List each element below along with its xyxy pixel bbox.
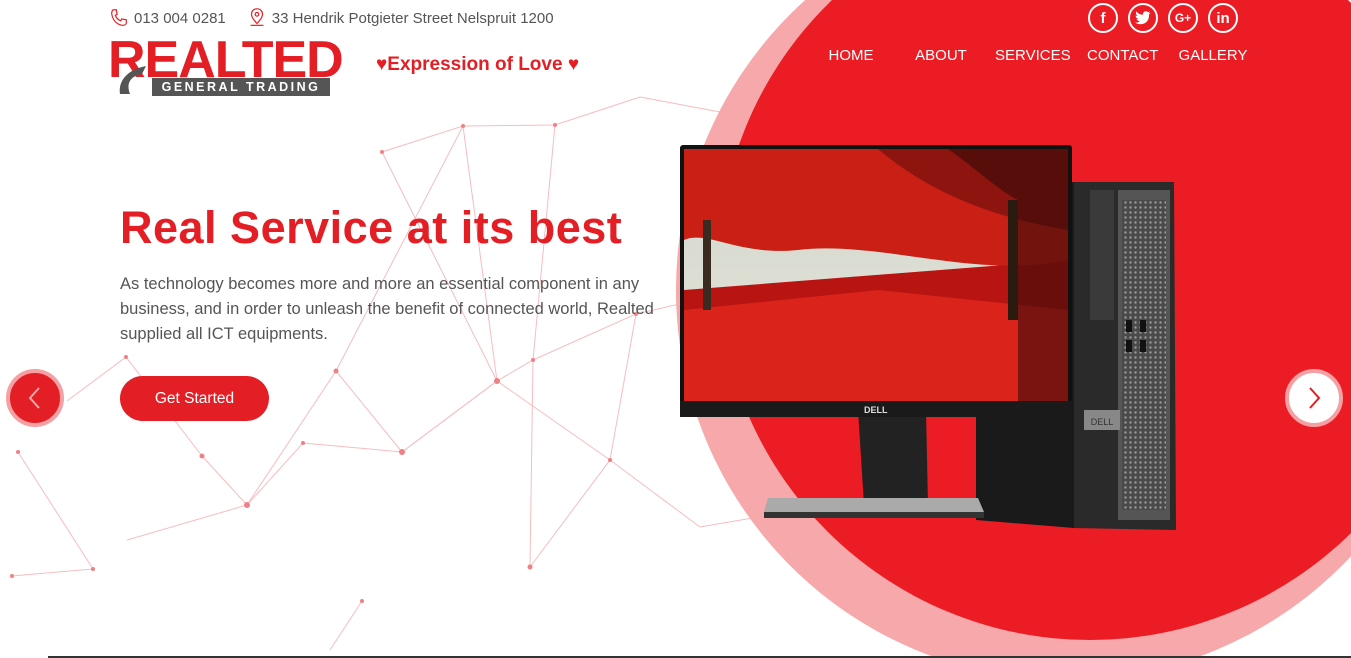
- main-nav: HOME ABOUT SERVICES CONTACT GALLERY: [805, 46, 1259, 66]
- nav-gallery[interactable]: GALLERY: [1167, 46, 1259, 66]
- slider-next-button[interactable]: [1285, 369, 1343, 427]
- location-pin-icon: [250, 8, 264, 26]
- contact-bar: 013 004 0281 33 Hendrik Potgieter Street…: [108, 4, 554, 32]
- nav-about[interactable]: ABOUT: [897, 46, 985, 66]
- slider-prev-button[interactable]: [6, 369, 64, 427]
- phone-number: 013 004 0281: [134, 9, 226, 27]
- tower-brand-label: DELL: [1091, 417, 1114, 427]
- nav-home[interactable]: HOME: [805, 46, 897, 66]
- hero-title: Real Service at its best: [120, 202, 623, 253]
- hero-description: As technology becomes more and more an e…: [120, 275, 654, 343]
- address-text: 33 Hendrik Potgieter Street Nelspruit 12…: [271, 9, 554, 27]
- dell-computer-image: DELL DELL: [680, 145, 1176, 530]
- nav-contact[interactable]: CONTACT: [1077, 46, 1167, 66]
- tagline: ♥Expression of Love ♥: [376, 54, 580, 75]
- linkedin-icon[interactable]: in: [1208, 3, 1238, 33]
- facebook-icon[interactable]: f: [1088, 3, 1118, 33]
- address-contact: 33 Hendrik Potgieter Street Nelspruit 12…: [246, 7, 554, 29]
- logo-swoosh: [119, 66, 146, 94]
- google-plus-icon[interactable]: G+: [1168, 3, 1198, 33]
- chevron-right-icon: [1309, 387, 1321, 409]
- realted-logo[interactable]: REALTED GENERAL TRADING: [108, 31, 344, 98]
- chevron-left-icon: [28, 387, 40, 409]
- twitter-icon[interactable]: [1128, 3, 1158, 33]
- phone-icon: [111, 9, 127, 26]
- twitter-bird-icon: [1135, 11, 1151, 25]
- logo-subtitle: GENERAL TRADING: [152, 78, 330, 96]
- nav-services[interactable]: SERVICES: [985, 46, 1077, 66]
- get-started-button[interactable]: Get Started: [120, 376, 269, 421]
- social-links: f G+ in: [1088, 3, 1238, 33]
- monitor-brand-label: DELL: [864, 405, 888, 415]
- phone-contact[interactable]: 013 004 0281: [108, 7, 226, 29]
